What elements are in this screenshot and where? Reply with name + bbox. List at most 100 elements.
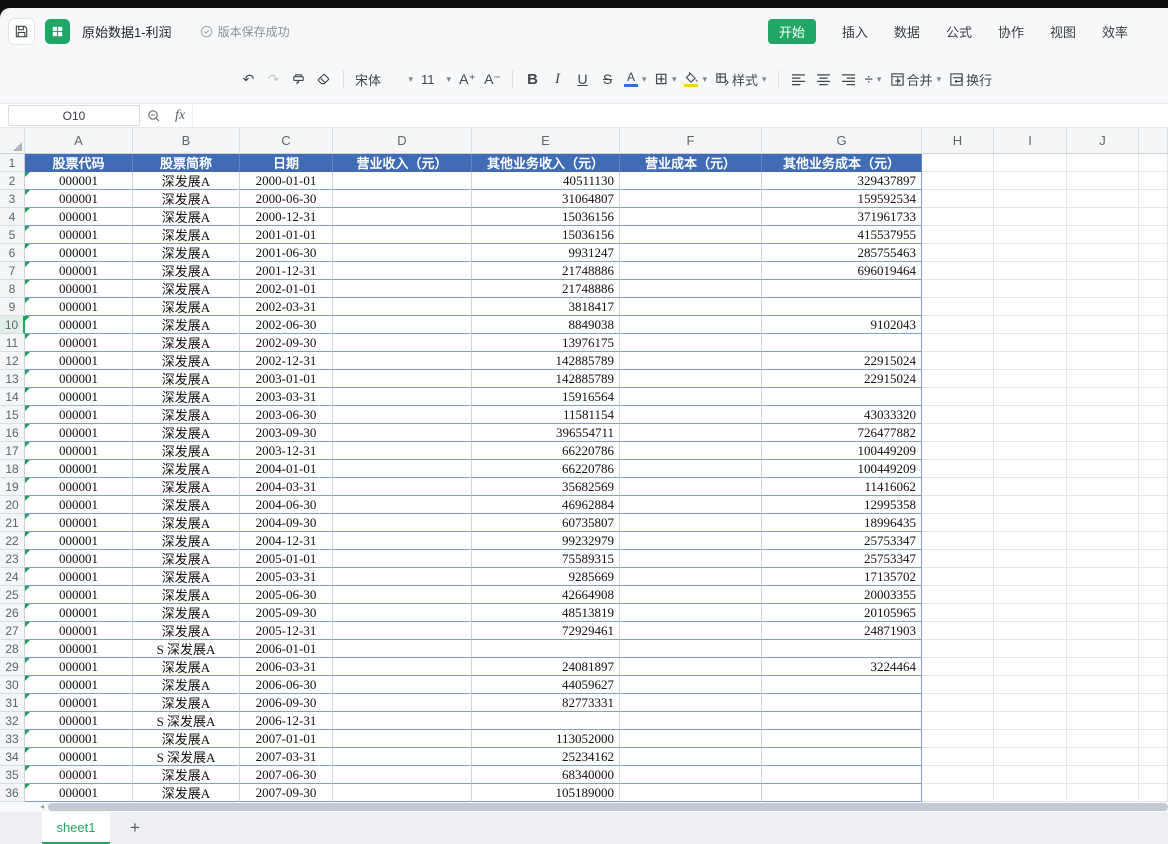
cell-C25[interactable]: 2005-06-30 [240, 586, 333, 604]
increase-font-button[interactable]: A⁺ [455, 65, 480, 93]
cell-B10[interactable]: 深发展A [133, 316, 240, 334]
row-header-24[interactable]: 24 [0, 568, 25, 586]
cell-I4[interactable] [994, 208, 1067, 226]
cell-F27[interactable] [620, 622, 762, 640]
cell-J10[interactable] [1067, 316, 1139, 334]
cell-D16[interactable] [333, 424, 472, 442]
cell-C17[interactable]: 2003-12-31 [240, 442, 333, 460]
cell-D9[interactable] [333, 298, 472, 316]
cell-G13[interactable]: 22915024 [762, 370, 922, 388]
cell-F17[interactable] [620, 442, 762, 460]
row-header-27[interactable]: 27 [0, 622, 25, 640]
select-all-corner[interactable] [0, 128, 25, 154]
cell-G6[interactable]: 285755463 [762, 244, 922, 262]
cell-E22[interactable]: 99232979 [472, 532, 620, 550]
cell-K2[interactable] [1139, 172, 1168, 190]
sheet-tab-sheet1[interactable]: sheet1 [42, 812, 110, 844]
cell-K9[interactable] [1139, 298, 1168, 316]
cell-D18[interactable] [333, 460, 472, 478]
column-header-J[interactable]: J [1067, 128, 1139, 154]
cell-J35[interactable] [1067, 766, 1139, 784]
cell-I36[interactable] [994, 784, 1067, 802]
cell-J8[interactable] [1067, 280, 1139, 298]
cell-H10[interactable] [922, 316, 994, 334]
cell-H22[interactable] [922, 532, 994, 550]
cell-B28[interactable]: S 深发展A [133, 640, 240, 658]
cell-B26[interactable]: 深发展A [133, 604, 240, 622]
row-header-22[interactable]: 22 [0, 532, 25, 550]
cell-I30[interactable] [994, 676, 1067, 694]
cell-F2[interactable] [620, 172, 762, 190]
cell-B16[interactable]: 深发展A [133, 424, 240, 442]
cell-C21[interactable]: 2004-09-30 [240, 514, 333, 532]
cell-A27[interactable]: 000001 [25, 622, 133, 640]
cell-C34[interactable]: 2007-03-31 [240, 748, 333, 766]
cell-I15[interactable] [994, 406, 1067, 424]
cell-A8[interactable]: 000001 [25, 280, 133, 298]
cell-A6[interactable]: 000001 [25, 244, 133, 262]
cell-D17[interactable] [333, 442, 472, 460]
cell-I31[interactable] [994, 694, 1067, 712]
cell-E32[interactable] [472, 712, 620, 730]
cell-J11[interactable] [1067, 334, 1139, 352]
cell-D26[interactable] [333, 604, 472, 622]
cell-E1[interactable]: 其他业务收入（元） [472, 154, 620, 172]
cell-style-button[interactable]: 样式 ▾ [711, 65, 771, 93]
cell-H5[interactable] [922, 226, 994, 244]
fill-color-button[interactable]: ▾ [680, 65, 711, 93]
cell-G35[interactable] [762, 766, 922, 784]
italic-button[interactable]: I [545, 65, 570, 93]
cell-C26[interactable]: 2005-09-30 [240, 604, 333, 622]
cell-K29[interactable] [1139, 658, 1168, 676]
cell-A13[interactable]: 000001 [25, 370, 133, 388]
cell-C18[interactable]: 2004-01-01 [240, 460, 333, 478]
cell-F29[interactable] [620, 658, 762, 676]
cell-A15[interactable]: 000001 [25, 406, 133, 424]
cell-K24[interactable] [1139, 568, 1168, 586]
cell-H30[interactable] [922, 676, 994, 694]
merge-cells-button[interactable]: 合并 ▾ [886, 65, 946, 93]
cell-H9[interactable] [922, 298, 994, 316]
cell-I25[interactable] [994, 586, 1067, 604]
cell-J25[interactable] [1067, 586, 1139, 604]
cell-F7[interactable] [620, 262, 762, 280]
tab-insert[interactable]: 插入 [842, 22, 868, 41]
cell-G8[interactable] [762, 280, 922, 298]
cell-D22[interactable] [333, 532, 472, 550]
cell-C23[interactable]: 2005-01-01 [240, 550, 333, 568]
cell-F10[interactable] [620, 316, 762, 334]
cell-C36[interactable]: 2007-09-30 [240, 784, 333, 802]
cell-B25[interactable]: 深发展A [133, 586, 240, 604]
cell-F25[interactable] [620, 586, 762, 604]
cell-D7[interactable] [333, 262, 472, 280]
cell-C33[interactable]: 2007-01-01 [240, 730, 333, 748]
cell-A24[interactable]: 000001 [25, 568, 133, 586]
cell-B2[interactable]: 深发展A [133, 172, 240, 190]
cell-E12[interactable]: 142885789 [472, 352, 620, 370]
cell-A14[interactable]: 000001 [25, 388, 133, 406]
row-header-4[interactable]: 4 [0, 208, 25, 226]
cell-F15[interactable] [620, 406, 762, 424]
cell-G26[interactable]: 20105965 [762, 604, 922, 622]
cell-B22[interactable]: 深发展A [133, 532, 240, 550]
cell-J36[interactable] [1067, 784, 1139, 802]
cell-J22[interactable] [1067, 532, 1139, 550]
cell-E7[interactable]: 21748886 [472, 262, 620, 280]
tab-formula[interactable]: 公式 [946, 22, 972, 41]
tab-home[interactable]: 开始 [767, 19, 816, 44]
row-header-36[interactable]: 36 [0, 784, 25, 802]
cell-G33[interactable] [762, 730, 922, 748]
cell-K15[interactable] [1139, 406, 1168, 424]
cell-K17[interactable] [1139, 442, 1168, 460]
cell-I14[interactable] [994, 388, 1067, 406]
cell-J28[interactable] [1067, 640, 1139, 658]
column-header-B[interactable]: B [133, 128, 240, 154]
cell-H23[interactable] [922, 550, 994, 568]
cell-I27[interactable] [994, 622, 1067, 640]
cell-C22[interactable]: 2004-12-31 [240, 532, 333, 550]
cell-E9[interactable]: 3818417 [472, 298, 620, 316]
cell-G36[interactable] [762, 784, 922, 802]
cell-F9[interactable] [620, 298, 762, 316]
row-header-1[interactable]: 1 [0, 154, 25, 172]
row-header-8[interactable]: 8 [0, 280, 25, 298]
